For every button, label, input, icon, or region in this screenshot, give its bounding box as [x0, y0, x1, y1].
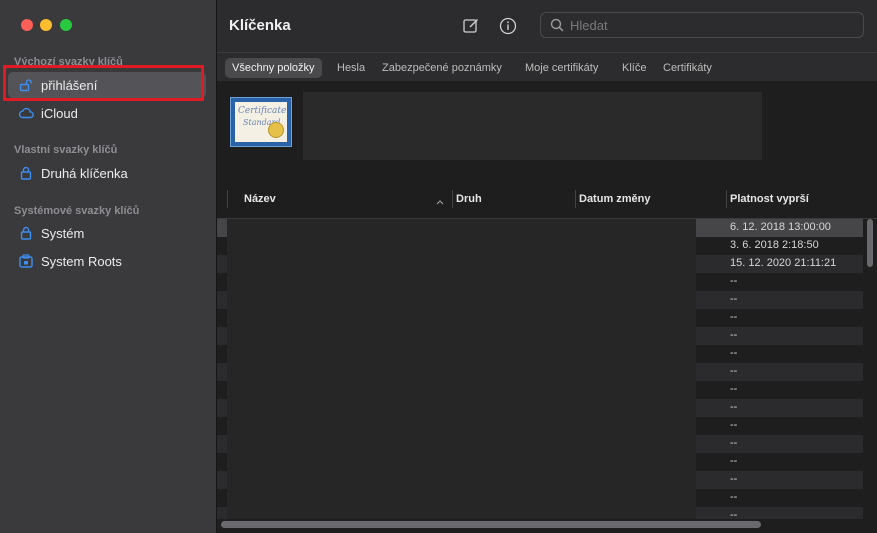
- sidebar-item-system-roots[interactable]: System Roots: [8, 248, 206, 274]
- column-header-expires[interactable]: Platnost vyprší: [730, 193, 809, 205]
- vertical-scrollbar[interactable]: [865, 219, 875, 519]
- expiry-cell: --: [730, 365, 738, 377]
- sidebar-item-system[interactable]: Systém: [8, 220, 206, 246]
- sidebar-item-label: Systém: [41, 225, 85, 241]
- expiry-cell: --: [730, 509, 738, 519]
- item-preview: Certificate Standard: [217, 81, 877, 181]
- expiry-cell: --: [730, 401, 738, 413]
- section-title-custom-keychains: Vlastní svazky klíčů: [14, 144, 118, 156]
- expiry-cell: --: [730, 311, 738, 323]
- column-separator: [575, 190, 576, 208]
- main-panel: Klíčenka Hledat Všechny položky Hesla Za…: [217, 0, 877, 533]
- table-header: Název Druh Datum změny Platnost vyprší: [217, 184, 877, 219]
- sidebar-item-icloud[interactable]: iCloud: [8, 100, 206, 126]
- keychain-window: Výchozí svazky klíčů přihlášení iCloud V…: [0, 0, 877, 533]
- sidebar-item-label: System Roots: [41, 253, 122, 269]
- sidebar-item-label: iCloud: [41, 105, 78, 121]
- expiry-cell: --: [730, 455, 738, 467]
- expiry-cell: --: [730, 491, 738, 503]
- tab-certificates[interactable]: Certifikáty: [663, 58, 712, 78]
- expiry-cell: --: [730, 383, 738, 395]
- category-tabs: Všechny položky Hesla Zabezpečené poznám…: [217, 52, 877, 82]
- expiry-cell: --: [730, 347, 738, 359]
- tab-passwords[interactable]: Hesla: [337, 58, 365, 78]
- search-field[interactable]: Hledat: [540, 12, 864, 38]
- compose-icon[interactable]: [461, 16, 481, 36]
- certificate-icon: Certificate Standard: [230, 97, 292, 147]
- preview-info-redacted: [303, 92, 762, 160]
- horizontal-scrollbar[interactable]: [221, 520, 761, 530]
- column-separator: [726, 190, 727, 208]
- expiry-cell: --: [730, 437, 738, 449]
- search-placeholder: Hledat: [570, 17, 608, 33]
- expiry-cell: --: [730, 419, 738, 431]
- tab-my-certificates[interactable]: Moje certifikáty: [525, 58, 598, 78]
- expiry-cell: --: [730, 275, 738, 287]
- redacted-columns: [227, 219, 696, 519]
- expiry-cell: --: [730, 293, 738, 305]
- page-title: Klíčenka: [229, 17, 291, 34]
- tab-all-items[interactable]: Všechny položky: [225, 58, 322, 78]
- horizontal-scroll-thumb[interactable]: [221, 521, 761, 528]
- system-roots-icon: [18, 253, 34, 269]
- expiry-cell: --: [730, 473, 738, 485]
- toolbar: Klíčenka Hledat: [217, 0, 877, 52]
- tab-secure-notes[interactable]: Zabezpečené poznámky: [382, 58, 502, 78]
- icloud-icon: [18, 105, 34, 121]
- certificate-seal-icon: [268, 122, 284, 138]
- column-header-name[interactable]: Název: [244, 193, 276, 205]
- expiry-cell: 15. 12. 2020 21:11:21: [730, 257, 837, 269]
- minimize-window-button[interactable]: [40, 19, 52, 31]
- column-header-date-modified[interactable]: Datum změny: [579, 193, 651, 205]
- column-header-kind[interactable]: Druh: [456, 193, 482, 205]
- expiry-cell: --: [730, 329, 738, 341]
- chevron-up-icon[interactable]: [435, 193, 445, 211]
- sidebar-item-second-keychain[interactable]: Druhá klíčenka: [8, 160, 206, 186]
- section-title-system-keychains: Systémové svazky klíčů: [14, 205, 140, 217]
- expiry-cell: 6. 12. 2018 13:00:00: [730, 221, 831, 233]
- zoom-window-button[interactable]: [60, 19, 72, 31]
- vertical-scroll-thumb[interactable]: [867, 219, 873, 267]
- sidebar-item-label: Druhá klíčenka: [41, 165, 128, 181]
- expiry-cell: 3. 6. 2018 2:18:50: [730, 239, 819, 251]
- selection-highlight-annotation: [3, 65, 204, 101]
- search-icon: [550, 18, 564, 32]
- certificate-line1: Certificate: [238, 106, 287, 116]
- close-window-button[interactable]: [21, 19, 33, 31]
- column-separator: [452, 190, 453, 208]
- info-icon[interactable]: [498, 16, 518, 36]
- padlock-icon: [18, 165, 34, 181]
- tab-keys[interactable]: Klíče: [622, 58, 646, 78]
- sidebar: Výchozí svazky klíčů přihlášení iCloud V…: [0, 0, 217, 533]
- padlock-icon: [18, 225, 34, 241]
- column-separator: [227, 190, 228, 208]
